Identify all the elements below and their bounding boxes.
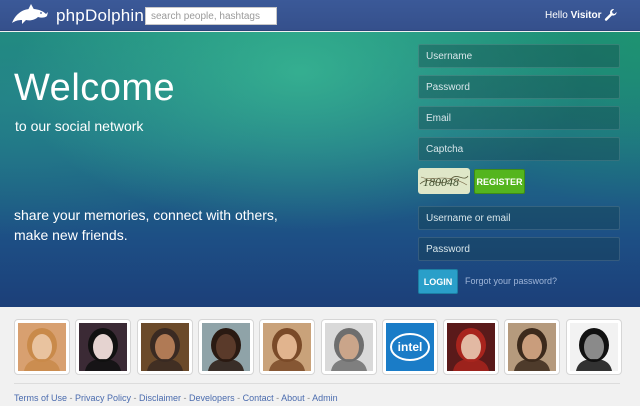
avatar-photo <box>569 323 618 371</box>
svg-text:intel: intel <box>397 340 422 354</box>
forgot-password-link[interactable]: Forgot your password? <box>465 276 557 286</box>
footer-links: Terms of Use - Privacy Policy - Disclaim… <box>14 393 338 403</box>
greeting-text: Hello <box>545 10 568 21</box>
avatar-photo <box>201 323 250 371</box>
footer-link-privacy-policy[interactable]: Privacy Policy <box>75 393 131 403</box>
member-avatar[interactable] <box>136 319 193 375</box>
member-avatar[interactable] <box>504 319 561 375</box>
member-avatar[interactable] <box>320 319 377 375</box>
member-avatar[interactable] <box>75 319 132 375</box>
member-avatar[interactable] <box>443 319 500 375</box>
footer-separator: - <box>273 393 282 403</box>
footer-link-terms-of-use[interactable]: Terms of Use <box>14 393 67 403</box>
top-navigation-bar: phpDolphin Hello Visitor <box>0 0 640 31</box>
footer-separator: - <box>181 393 190 403</box>
user-greeting: Hello Visitor <box>545 10 602 21</box>
search-input[interactable] <box>145 7 277 25</box>
footer-link-about[interactable]: About <box>281 393 305 403</box>
member-avatar[interactable] <box>14 319 70 375</box>
footer-link-developers[interactable]: Developers <box>189 393 235 403</box>
footer-separator: - <box>67 393 76 403</box>
greeting-username[interactable]: Visitor <box>571 10 602 21</box>
login-button[interactable]: LOGIN <box>418 269 458 294</box>
member-photo-strip: intel <box>0 307 640 379</box>
login-password-field[interactable] <box>418 237 620 261</box>
avatar-photo <box>447 323 496 371</box>
footer-separator: - <box>131 393 140 403</box>
register-password-field[interactable] <box>418 75 620 99</box>
captcha-image: 180048 <box>418 168 470 194</box>
logo-text: phpDolphin <box>56 6 145 25</box>
avatar-photo <box>79 323 128 371</box>
register-button[interactable]: REGISTER <box>474 169 525 194</box>
avatar-photo <box>140 323 189 371</box>
tagline: share your memories, connect with others… <box>14 207 278 243</box>
footer-link-contact[interactable]: Contact <box>243 393 274 403</box>
member-avatar[interactable] <box>259 319 316 375</box>
captcha-field[interactable] <box>418 137 620 161</box>
avatar-photo <box>18 323 66 371</box>
register-username-field[interactable] <box>418 44 620 68</box>
member-avatar[interactable] <box>565 319 622 375</box>
login-username-field[interactable] <box>418 206 620 230</box>
dolphin-icon <box>12 4 48 24</box>
footer-link-disclaimer[interactable]: Disclaimer <box>139 393 181 403</box>
footer-separator: - <box>234 393 243 403</box>
wrench-icon[interactable] <box>604 8 618 22</box>
avatar-photo <box>324 323 373 371</box>
member-avatar[interactable]: intel <box>381 319 438 375</box>
register-email-field[interactable] <box>418 106 620 130</box>
member-avatar[interactable] <box>197 319 254 375</box>
welcome-title: Welcome <box>14 67 176 109</box>
site-logo[interactable]: phpDolphin <box>10 2 144 30</box>
footer-divider <box>14 383 620 384</box>
welcome-subtitle: to our social network <box>15 118 144 134</box>
avatar-photo <box>263 323 312 371</box>
hero-banner: Welcome to our social network share your… <box>0 32 640 307</box>
footer-link-admin[interactable]: Admin <box>312 393 338 403</box>
avatar-photo <box>508 323 557 371</box>
intel-logo-icon: intel <box>385 323 434 371</box>
